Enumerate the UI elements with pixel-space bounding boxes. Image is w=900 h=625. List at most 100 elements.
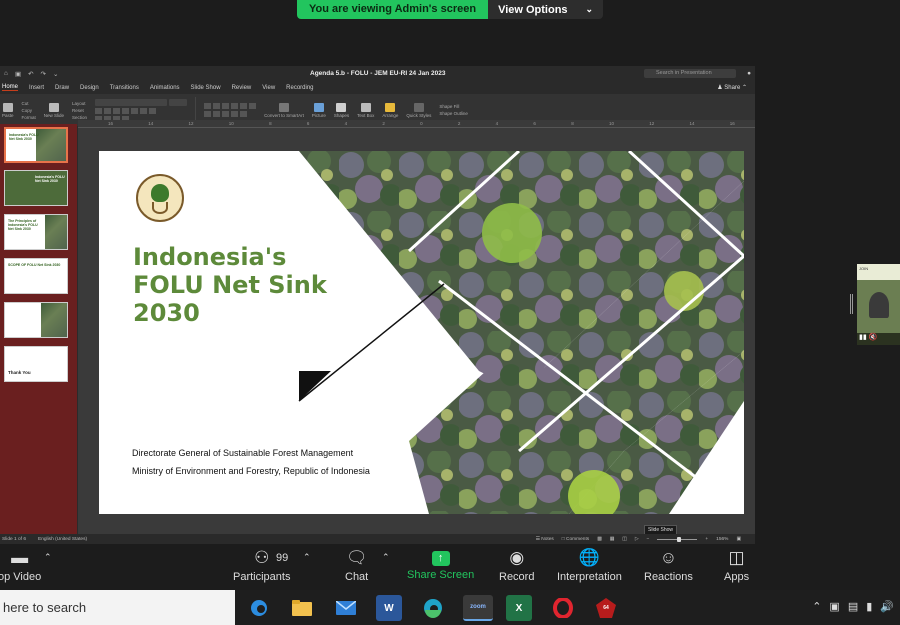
file-explorer-icon[interactable] bbox=[289, 595, 315, 621]
app-badge-icon[interactable]: 64 bbox=[593, 595, 619, 621]
text-box-button[interactable]: Text Box bbox=[357, 102, 374, 118]
excel-icon[interactable]: X bbox=[506, 595, 532, 621]
layout-button[interactable]: Layout bbox=[72, 101, 87, 106]
horizontal-ruler: 16 14 12 10 8 6 4 2 0 2 4 6 8 10 12 14 16 bbox=[78, 120, 755, 128]
paste-button[interactable]: Paste bbox=[2, 102, 14, 118]
viewing-label: You are viewing Admin's screen bbox=[297, 0, 489, 19]
language-indicator[interactable]: English (United States) bbox=[38, 537, 87, 542]
video-camera-icon: ▬ bbox=[11, 548, 29, 567]
arrange-button[interactable]: Arrange bbox=[382, 102, 398, 118]
tab-insert[interactable]: Insert bbox=[29, 85, 44, 91]
video-options-caret[interactable]: ⌃ bbox=[44, 552, 52, 563]
picture-button[interactable]: Picture bbox=[312, 102, 326, 118]
ppt-search-input[interactable]: Search in Presentation bbox=[644, 69, 736, 78]
reading-view-icon[interactable]: ◫ bbox=[622, 537, 627, 542]
shape-outline-button[interactable]: Shape Outline bbox=[439, 111, 468, 116]
current-slide[interactable]: Indonesia's FOLU Net Sink 2030 Directora… bbox=[99, 151, 744, 514]
person-icon[interactable]: ● bbox=[747, 70, 751, 77]
tab-animations[interactable]: Animations bbox=[150, 85, 180, 91]
tab-draw[interactable]: Draw bbox=[55, 85, 69, 91]
participants-icon: ⚇ bbox=[254, 548, 270, 567]
shapes-button[interactable]: Shapes bbox=[334, 102, 349, 118]
copy-button[interactable]: Copy bbox=[22, 108, 36, 113]
redo-icon[interactable]: ↷ bbox=[41, 70, 46, 78]
zoom-level[interactable]: 156% bbox=[716, 537, 728, 542]
zoom-toolbar: ▬ op Video ⌃ ⚇ Participants 99 ⌃ 🗨 Chat … bbox=[0, 544, 900, 590]
ppt-share-button[interactable]: ♟ Share ⌃ bbox=[717, 84, 747, 91]
slide-thumbnail-6[interactable]: 6 Thank You bbox=[4, 346, 68, 382]
zoom-in-icon[interactable]: + bbox=[705, 537, 708, 542]
share-screen-button[interactable]: ↑ Share Screen bbox=[407, 548, 474, 581]
zoom-slider[interactable] bbox=[657, 536, 698, 542]
view-options-button[interactable]: View Options ⌄ bbox=[488, 0, 604, 19]
tab-slide-show[interactable]: Slide Show bbox=[191, 85, 221, 91]
reactions-button[interactable]: ☺ Reactions bbox=[644, 548, 693, 583]
record-button[interactable]: ◉ Record bbox=[499, 548, 534, 583]
chevron-up-icon[interactable]: ⌃ bbox=[812, 600, 821, 613]
slide-thumbnail-1[interactable]: 1 Indonesia's FOLU Net Sink 2030 bbox=[4, 127, 68, 163]
comments-button[interactable]: □ Comments bbox=[562, 537, 589, 542]
display-icon[interactable]: ▣ bbox=[829, 600, 839, 613]
participant-status-bar: ▮▮ 🔇 bbox=[857, 333, 900, 345]
edge-icon[interactable] bbox=[420, 595, 446, 621]
home-icon[interactable]: ⌂ bbox=[4, 70, 8, 78]
normal-view-icon[interactable]: ▩ bbox=[597, 537, 602, 542]
edge-dev-icon[interactable] bbox=[246, 595, 272, 621]
tab-recording[interactable]: Recording bbox=[286, 85, 313, 91]
notes-button[interactable]: ☰ Notes bbox=[536, 537, 554, 542]
mail-icon[interactable] bbox=[333, 595, 359, 621]
zoom-taskbar-icon[interactable]: zoom bbox=[463, 595, 493, 621]
chat-icon: 🗨 bbox=[345, 548, 368, 567]
stop-video-button[interactable]: ▬ op Video bbox=[0, 548, 41, 583]
cut-button[interactable]: Cut bbox=[22, 101, 36, 106]
tab-home[interactable]: Home bbox=[2, 84, 19, 91]
volume-icon[interactable]: 🔊 bbox=[880, 600, 894, 613]
ribbon-tabs: Home Insert Draw Design Transitions Anim… bbox=[0, 81, 755, 94]
text-box-icon bbox=[360, 102, 371, 112]
tab-design[interactable]: Design bbox=[80, 85, 99, 91]
shape-format-group: Shape Fill Shape Outline bbox=[439, 104, 468, 116]
new-slide-button[interactable]: New Slide bbox=[44, 102, 64, 118]
sorter-view-icon[interactable]: ▦ bbox=[610, 537, 615, 542]
zoom-out-icon[interactable]: − bbox=[647, 537, 650, 542]
format-button[interactable]: Format bbox=[22, 115, 36, 120]
ministry-logo bbox=[136, 174, 184, 222]
slide-thumbnail-5[interactable]: 5 bbox=[4, 302, 68, 338]
font-size-field[interactable] bbox=[169, 98, 188, 106]
slide-counter: Slide 1 of 6 bbox=[2, 536, 27, 542]
taskbar-search-input[interactable]: here to search bbox=[0, 590, 235, 625]
video-drag-handle[interactable] bbox=[850, 294, 853, 314]
slide-thumbnail-2[interactable]: 2 Indonesia's FOLU Net Sink 2030 bbox=[4, 170, 68, 206]
tab-view[interactable]: View bbox=[262, 85, 275, 91]
chat-caret[interactable]: ⌃ bbox=[382, 552, 390, 563]
network-icon[interactable]: ▤ bbox=[848, 600, 858, 613]
tab-review[interactable]: Review bbox=[232, 85, 252, 91]
convert-smartart-button[interactable]: Convert to SmartArt bbox=[264, 102, 304, 118]
section-button[interactable]: Section bbox=[72, 115, 87, 120]
undo-icon[interactable]: ↶ bbox=[28, 70, 33, 78]
participant-video-tile[interactable]: JOIN ▮▮ 🔇 bbox=[857, 264, 900, 345]
word-icon[interactable]: W bbox=[376, 595, 402, 621]
fit-slide-icon[interactable]: ▣ bbox=[736, 537, 741, 542]
viewing-banner: You are viewing Admin's screen View Opti… bbox=[297, 0, 604, 19]
opera-icon[interactable] bbox=[550, 595, 576, 621]
chat-button[interactable]: 🗨 Chat bbox=[345, 548, 368, 583]
participants-caret[interactable]: ⌃ bbox=[303, 552, 311, 563]
interpretation-button[interactable]: 🌐 Interpretation bbox=[557, 548, 622, 583]
save-icon[interactable]: ▣ bbox=[15, 70, 21, 78]
slide-thumbnail-3[interactable]: 3 The Principles of Indonesia's FOLU Net… bbox=[4, 214, 68, 250]
font-name-field[interactable] bbox=[95, 98, 168, 106]
zoom-slider-knob[interactable] bbox=[677, 536, 682, 542]
slide-thumbnail-4[interactable]: 4 SCOPE OF FOLU Net Sink 2030 bbox=[4, 258, 68, 294]
tab-transitions[interactable]: Transitions bbox=[110, 85, 139, 91]
font-group bbox=[95, 98, 188, 122]
slide-subtitle-directorate: Directorate General of Sustainable Fores… bbox=[132, 448, 354, 458]
apps-button[interactable]: ◫ Apps bbox=[724, 548, 749, 583]
reset-button[interactable]: Reset bbox=[72, 108, 87, 113]
customize-icon[interactable]: ⌄ bbox=[53, 70, 58, 78]
screen: You are viewing Admin's screen View Opti… bbox=[0, 0, 900, 625]
battery-icon[interactable]: ▮ bbox=[866, 600, 872, 613]
shape-fill-button[interactable]: Shape Fill bbox=[439, 104, 468, 109]
quick-styles-button[interactable]: Quick Styles bbox=[406, 102, 431, 118]
slide-show-icon[interactable]: ▷ bbox=[635, 537, 639, 542]
